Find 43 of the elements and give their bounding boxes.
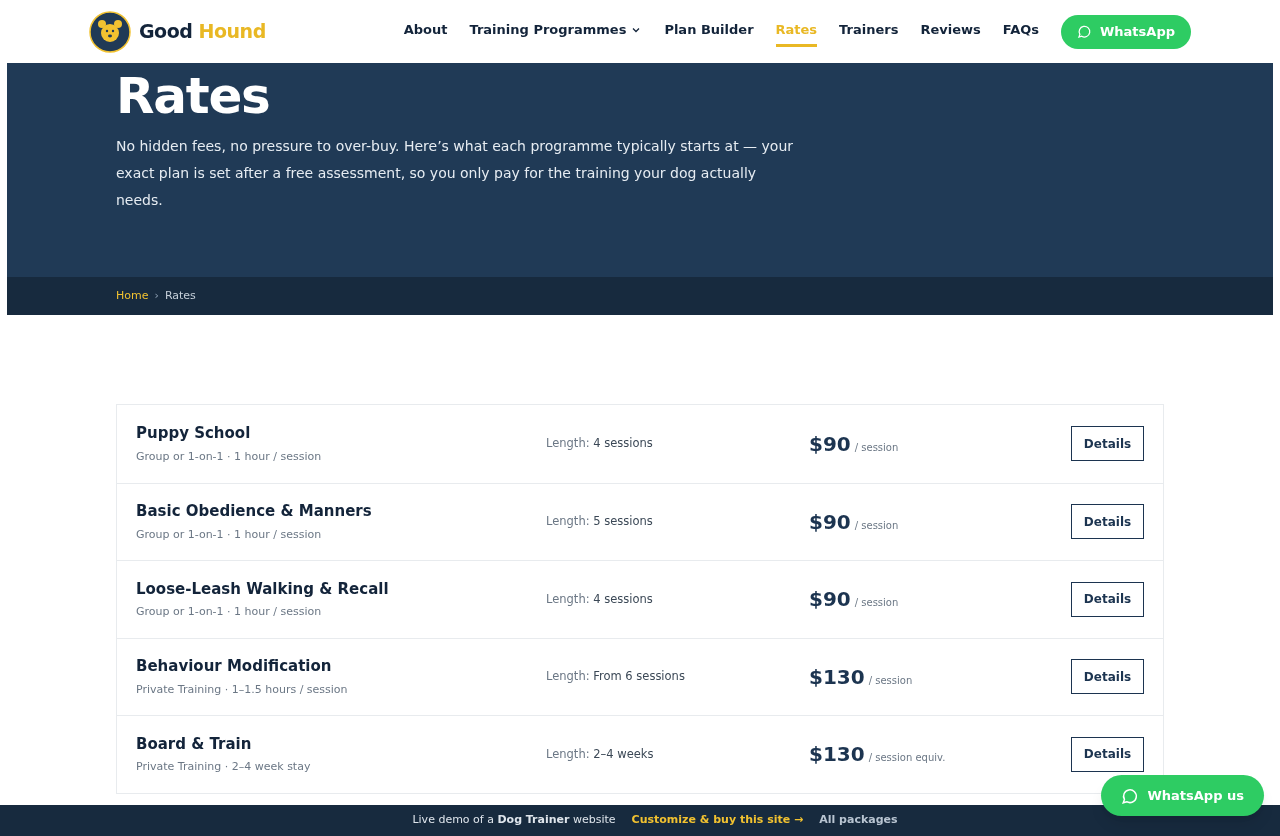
- breadcrumb-link[interactable]: Home: [116, 287, 149, 305]
- details-button[interactable]: Details: [1071, 736, 1144, 772]
- programme-details: Group or 1-on-1 · 1 hour / session: [136, 526, 323, 543]
- packages-link[interactable]: All packages: [819, 812, 898, 829]
- programme-details: Group or 1-on-1 · 1 hour / session: [136, 448, 323, 465]
- programme-price: $90 / session: [809, 508, 899, 536]
- details-button[interactable]: Details: [1071, 426, 1144, 462]
- chat-icon: [1077, 24, 1092, 39]
- breadcrumb-link[interactable]: Rates: [164, 287, 196, 305]
- programme-length: Length: 4 sessions: [546, 590, 654, 608]
- programme-price: $90 / session: [809, 430, 899, 458]
- demo-notice: Live demo of a Dog Trainer website: [412, 812, 616, 829]
- programme-length: Length: From 6 sessions: [546, 668, 686, 686]
- customize-link[interactable]: Customize & buy this site →: [631, 812, 804, 829]
- details-button[interactable]: Details: [1071, 581, 1144, 617]
- details-button[interactable]: Details: [1071, 659, 1144, 695]
- breadcrumb-separator: ›: [154, 287, 159, 304]
- hero-description: No hidden fees, no pressure to over-buy. Here’s what each programme typically starts at — your exact plan is set after a free assessment, so you only pay for the training your dog actually needs.: [116, 137, 794, 210]
- brand-name[interactable]: Good Hound: [139, 17, 266, 46]
- programme-details: Private Training · 1–1.5 hours / session: [136, 681, 349, 698]
- dog-logo-icon[interactable]: [89, 10, 131, 53]
- nav-link[interactable]: Trainers: [839, 16, 899, 47]
- nav-link[interactable]: FAQs: [1002, 16, 1039, 47]
- programme-name: Behaviour Modification: [136, 656, 333, 678]
- programme-details: Group or 1-on-1 · 1 hour / session: [136, 604, 323, 621]
- programme-name: Loose-Leash Walking & Recall: [136, 578, 390, 600]
- programme-name: Board & Train: [136, 733, 253, 755]
- nav-link[interactable]: About: [403, 16, 448, 47]
- nav-link[interactable]: Training Programmes: [469, 16, 643, 47]
- nav-link[interactable]: Reviews: [920, 16, 981, 47]
- chat-icon: [1121, 786, 1140, 805]
- programme-length: Length: 5 sessions: [546, 513, 654, 531]
- programme-details: Private Training · 2–4 week stay: [136, 759, 312, 776]
- programme-name: Basic Obedience & Manners: [136, 501, 373, 523]
- page-title: Rates: [116, 67, 271, 125]
- programme-name: Puppy School: [136, 423, 252, 445]
- programme-length: Length: 4 sessions: [546, 435, 654, 453]
- programme-length: Length: 2–4 weeks: [546, 745, 655, 763]
- programme-price: $130 / session equiv.: [809, 741, 946, 769]
- nav-link[interactable]: Plan Builder: [664, 16, 754, 47]
- programme-price: $90 / session: [809, 586, 899, 614]
- programme-price: $130 / session: [809, 663, 913, 691]
- details-button[interactable]: Details: [1071, 504, 1144, 540]
